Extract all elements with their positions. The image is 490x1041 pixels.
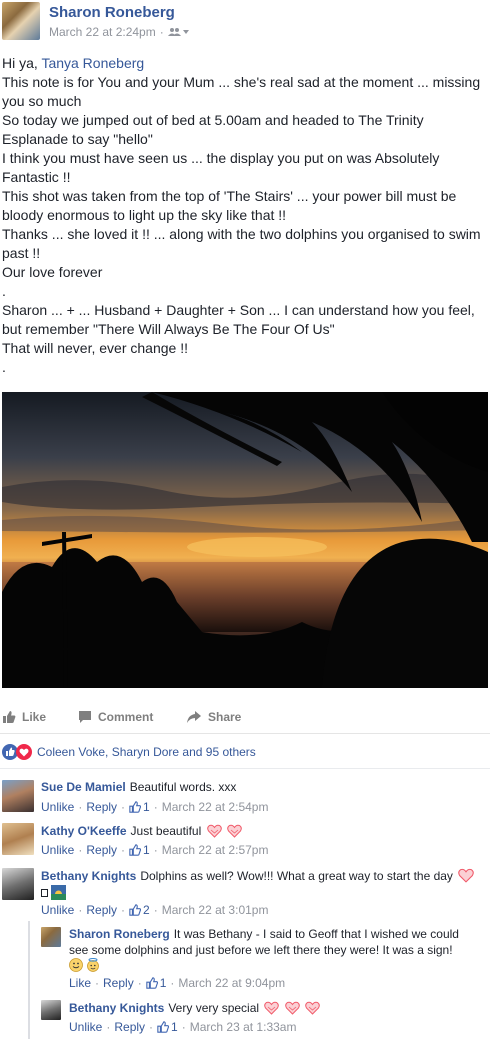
comment-timestamp[interactable]: March 22 at 3:01pm — [162, 903, 269, 917]
post-line: Sharon ... + ... Husband + Daughter + So… — [2, 302, 475, 318]
post-action-bar: Like Comment Share — [0, 700, 490, 734]
angel-emoji-icon — [87, 958, 99, 972]
post-body: Hi ya, Tanya Roneberg This note is for Y… — [2, 54, 488, 377]
comment-meta: Unlike · Reply · 1 · March 22 at 2:54pm — [41, 800, 269, 814]
post-meta: March 22 at 2:24pm · — [49, 25, 190, 39]
love-reaction-icon — [16, 744, 32, 760]
like-count[interactable]: 1 — [160, 976, 167, 990]
commenter-name[interactable]: Sharon Roneberg — [69, 927, 170, 941]
post-line: Fantastic !! — [2, 169, 71, 185]
comment-text: Sue De Mamiel Beautiful words. xxx — [41, 780, 237, 794]
post-timestamp[interactable]: March 22 at 2:24pm — [49, 25, 156, 39]
reply-link[interactable]: Reply — [86, 903, 117, 917]
thumbs-up-icon — [146, 977, 158, 989]
post-line: So today we jumped out of bed at 5.00am … — [2, 112, 424, 128]
share-label: Share — [208, 710, 242, 724]
post-line: Esplanade to say "hello" — [2, 131, 153, 147]
post-line-0: Hi ya, Tanya Roneberg — [2, 55, 145, 71]
comment-avatar[interactable] — [2, 823, 34, 855]
heart-emoji-icon — [206, 824, 222, 838]
comment-text: Bethany Knights Dolphins as well? Wow!!! … — [41, 867, 475, 885]
commenter-name[interactable]: Kathy O'Keeffe — [41, 824, 127, 838]
commenter-name[interactable]: Sue De Mamiel — [41, 780, 126, 794]
comment-timestamp[interactable]: March 22 at 2:54pm — [162, 800, 269, 814]
reply-timestamp[interactable]: March 22 at 9:04pm — [178, 976, 285, 990]
comment-timestamp[interactable]: March 22 at 2:57pm — [162, 843, 269, 857]
post-line: . — [2, 283, 6, 299]
reactions-summary[interactable]: Coleen Voke, Sharyn Dore and 95 others — [0, 734, 490, 769]
like-label: Like — [22, 710, 47, 724]
unlike-link[interactable]: Unlike — [41, 800, 74, 814]
thumbs-up-icon — [129, 904, 142, 916]
post-line: past !! — [2, 245, 41, 261]
unlike-link[interactable]: Unlike — [69, 1020, 102, 1034]
unlike-link[interactable]: Unlike — [41, 903, 74, 917]
reply-thread-line — [28, 921, 30, 1039]
heart-emoji-icon — [458, 868, 475, 883]
comment-avatar[interactable] — [2, 868, 34, 900]
author-avatar[interactable] — [2, 2, 40, 40]
post-line: you so much — [2, 93, 82, 109]
missing-glyph-icon — [41, 888, 48, 897]
like-count[interactable]: 2 — [143, 903, 150, 917]
reaction-names[interactable]: Coleen Voke, Sharyn Dore and 95 others — [37, 745, 256, 759]
sunrise-emoji-icon — [51, 885, 66, 900]
unlike-link[interactable]: Unlike — [41, 843, 74, 857]
commenter-name[interactable]: Bethany Knights — [41, 869, 136, 883]
comment-avatar[interactable] — [2, 780, 34, 812]
reply-emoji-row — [69, 958, 100, 972]
like-button[interactable]: Like — [2, 710, 46, 724]
heart-emoji-icon — [227, 824, 242, 838]
heart-emoji-icon — [284, 1001, 300, 1015]
reply-text: Bethany Knights Very very special — [69, 999, 320, 1017]
thumbs-up-icon — [157, 1021, 170, 1033]
comment-meta: Unlike · Reply · 1 · March 22 at 2:57pm — [41, 843, 269, 857]
reply-avatar[interactable] — [41, 927, 61, 947]
comment-label: Comment — [98, 710, 154, 724]
thumbs-up-icon — [129, 801, 142, 813]
post-photo[interactable] — [2, 392, 488, 688]
like-count[interactable]: 1 — [171, 1020, 178, 1034]
reply-timestamp[interactable]: March 23 at 1:33am — [190, 1020, 297, 1034]
comment-meta: Unlike · Reply · 2 · March 22 at 3:01pm — [41, 903, 269, 917]
post-author-name[interactable]: Sharon Roneberg — [49, 4, 175, 21]
post-line: I think you must have seen us ... the di… — [2, 150, 440, 166]
reply-link[interactable]: Reply — [103, 976, 134, 990]
friends-icon[interactable] — [167, 27, 190, 37]
post-line: This shot was taken from the top of 'The… — [2, 188, 457, 204]
comment-icon — [79, 711, 91, 723]
post-line: bloody enormous to light up the sky like… — [2, 207, 287, 223]
reply-avatar[interactable] — [41, 1000, 61, 1020]
share-icon — [187, 711, 201, 723]
heart-emoji-icon — [264, 1001, 280, 1015]
post-line: but remember "There Will Always Be The F… — [2, 321, 335, 337]
reply-link[interactable]: Reply — [86, 843, 117, 857]
smile-emoji-icon — [69, 958, 83, 972]
comment-button[interactable]: Comment — [78, 710, 153, 724]
post-line: This note is for You and your Mum ... sh… — [2, 74, 481, 90]
post-line: Thanks ... she loved it !! ... along wit… — [2, 226, 481, 242]
heart-emoji-icon — [305, 1001, 320, 1015]
reply-link[interactable]: Reply — [114, 1020, 145, 1034]
like-count[interactable]: 1 — [143, 843, 150, 857]
post-line: . — [2, 359, 6, 375]
like-link[interactable]: Like — [69, 976, 91, 990]
thumbs-up-icon — [3, 711, 16, 723]
post-line: Our love forever — [2, 264, 103, 280]
reaction-icons — [2, 744, 32, 760]
reply-text-continued: see some dolphins and just before we lef… — [69, 943, 453, 957]
like-count[interactable]: 1 — [143, 800, 150, 814]
post-line: That will never, ever change !! — [2, 340, 188, 356]
mention-link[interactable]: Tanya Roneberg — [41, 55, 144, 71]
reply-meta: Like · Reply · 1 · March 22 at 9:04pm — [69, 976, 286, 990]
commenter-name[interactable]: Bethany Knights — [69, 1001, 164, 1015]
reply-meta: Unlike · Reply · 1 · March 23 at 1:33am — [69, 1020, 297, 1034]
share-button[interactable]: Share — [186, 710, 241, 724]
reply-link[interactable]: Reply — [86, 800, 117, 814]
thumbs-up-icon — [129, 844, 142, 856]
comment-emoji-row — [41, 885, 66, 900]
comment-text: Kathy O'Keeffe Just beautiful — [41, 822, 242, 840]
post-header: Sharon Roneberg March 22 at 2:24pm · — [0, 0, 490, 46]
